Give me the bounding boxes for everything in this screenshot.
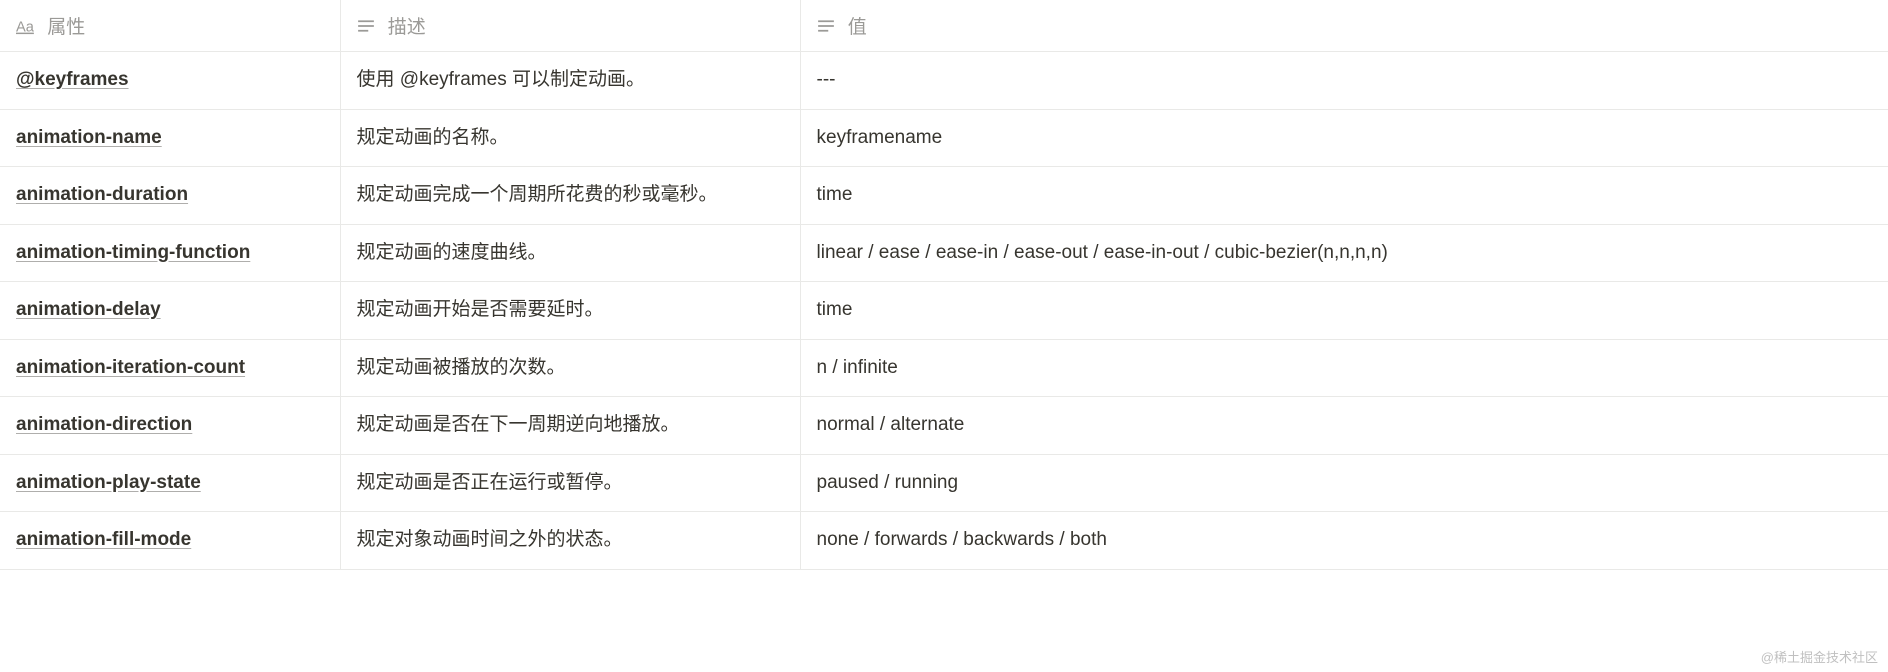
- title-property-icon: Aa: [16, 17, 34, 35]
- header-property-label: 属性: [47, 17, 85, 38]
- cell-value: time: [800, 282, 1888, 340]
- svg-text:Aa: Aa: [16, 19, 34, 34]
- cell-value: keyframename: [800, 109, 1888, 167]
- header-value-label: 值: [848, 17, 867, 38]
- cell-value: paused / running: [800, 454, 1888, 512]
- table-row: animation-play-state 规定动画是否正在运行或暂停。paused…: [0, 454, 1888, 512]
- property-link[interactable]: animation-timing-function: [16, 242, 250, 263]
- cell-description: 规定动画被播放的次数。: [340, 339, 800, 397]
- cell-value: linear / ease / ease-in / ease-out / eas…: [800, 224, 1888, 282]
- cell-property: animation-name: [0, 109, 340, 167]
- property-link[interactable]: animation-play-state: [16, 472, 201, 493]
- cell-property: animation-delay: [0, 282, 340, 340]
- cell-property: animation-timing-function: [0, 224, 340, 282]
- cell-description: 规定动画的名称。: [340, 109, 800, 167]
- cell-description: 规定动画开始是否需要延时。: [340, 282, 800, 340]
- property-link[interactable]: animation-fill-mode: [16, 529, 191, 550]
- cell-property: animation-iteration-count: [0, 339, 340, 397]
- table-row: animation-name 规定动画的名称。keyframename: [0, 109, 1888, 167]
- table-row: animation-fill-mode 规定对象动画时间之外的状态。none / …: [0, 512, 1888, 570]
- property-link[interactable]: animation-name: [16, 127, 162, 148]
- table-row: animation-duration 规定动画完成一个周期所花费的秒或毫秒。tim…: [0, 167, 1888, 225]
- table-row: animation-timing-function 规定动画的速度曲线。linea…: [0, 224, 1888, 282]
- table-row: @keyframes 使用 @keyframes 可以制定动画。---: [0, 52, 1888, 110]
- cell-property: animation-fill-mode: [0, 512, 340, 570]
- cell-value: none / forwards / backwards / both: [800, 512, 1888, 570]
- cell-property: animation-direction: [0, 397, 340, 455]
- property-link[interactable]: animation-direction: [16, 414, 192, 435]
- cell-description: 规定动画完成一个周期所花费的秒或毫秒。: [340, 167, 800, 225]
- cell-property: animation-play-state: [0, 454, 340, 512]
- watermark: @稀土掘金技术社区: [1761, 647, 1878, 666]
- table-row: animation-delay 规定动画开始是否需要延时。time: [0, 282, 1888, 340]
- cell-value: time: [800, 167, 1888, 225]
- header-description: 描述: [340, 0, 800, 52]
- table-header-row: Aa 属性 描述 值: [0, 0, 1888, 52]
- header-property: Aa 属性: [0, 0, 340, 52]
- cell-value: normal / alternate: [800, 397, 1888, 455]
- cell-description: 规定动画是否正在运行或暂停。: [340, 454, 800, 512]
- cell-description: 规定动画是否在下一周期逆向地播放。: [340, 397, 800, 455]
- property-link[interactable]: @keyframes: [16, 69, 129, 90]
- property-link[interactable]: animation-duration: [16, 184, 188, 205]
- cell-description: 规定动画的速度曲线。: [340, 224, 800, 282]
- property-link[interactable]: animation-iteration-count: [16, 357, 245, 378]
- header-description-label: 描述: [388, 17, 426, 38]
- cell-value: n / infinite: [800, 339, 1888, 397]
- cell-description: 使用 @keyframes 可以制定动画。: [340, 52, 800, 110]
- table-row: animation-iteration-count 规定动画被播放的次数。n / …: [0, 339, 1888, 397]
- text-property-icon: [357, 17, 375, 35]
- animation-properties-table: Aa 属性 描述 值 @keyframes使用: [0, 0, 1888, 570]
- header-value: 值: [800, 0, 1888, 52]
- cell-value: ---: [800, 52, 1888, 110]
- cell-property: animation-duration: [0, 167, 340, 225]
- cell-description: 规定对象动画时间之外的状态。: [340, 512, 800, 570]
- property-link[interactable]: animation-delay: [16, 299, 161, 320]
- table-row: animation-direction 规定动画是否在下一周期逆向地播放。norm…: [0, 397, 1888, 455]
- text-property-icon: [817, 17, 835, 35]
- cell-property: @keyframes: [0, 52, 340, 110]
